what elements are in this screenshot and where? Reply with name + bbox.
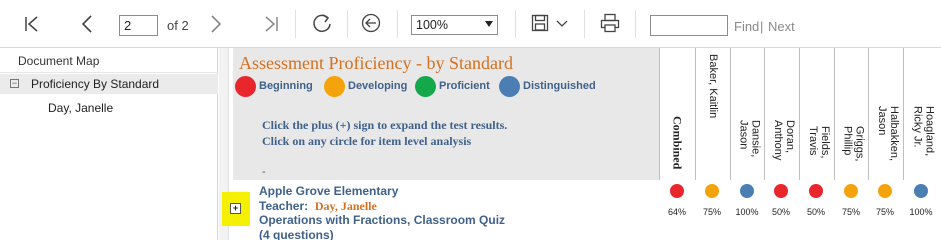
result-percent: 50%	[806, 207, 825, 217]
expand-toggle-highlight: +	[222, 192, 250, 226]
next-page-icon[interactable]	[209, 14, 223, 34]
toolbar-divider	[635, 10, 636, 38]
result-percent: 75%	[702, 207, 721, 217]
first-page-icon[interactable]	[24, 15, 40, 33]
assessment-name: Operations with Fractions, Classroom Qui…	[259, 213, 506, 227]
legend-proficient-dot	[415, 76, 436, 97]
divider	[0, 72, 218, 73]
legend-beginning-dot	[235, 76, 256, 97]
toolbar-divider	[397, 10, 398, 38]
result-percent: 75%	[875, 207, 894, 217]
refresh-icon[interactable]	[311, 12, 333, 34]
result-percent: 100%	[735, 207, 759, 217]
result-percent: 100%	[909, 207, 933, 217]
document-map-title: Document Map	[18, 54, 100, 68]
toolbar-divider	[584, 10, 585, 38]
back-icon[interactable]	[361, 13, 381, 33]
legend-developing-dot	[324, 76, 345, 97]
separator-dash: -	[262, 166, 266, 178]
legend-distinguished-label: Distinguished	[523, 80, 596, 92]
column-header-label: Griggs, Phillip	[841, 126, 866, 162]
next-link[interactable]: Next	[768, 19, 795, 34]
column-header-student: Fields, Travis	[799, 48, 834, 180]
column-header-label: Baker, Kaitlin	[707, 54, 719, 119]
report-toolbar: of 2 100% Find | Next	[0, 0, 941, 48]
print-icon[interactable]	[600, 13, 620, 33]
column-header-label: Hoagland, Ricky Jr.	[911, 106, 936, 157]
result-percent: 50%	[771, 207, 790, 217]
tree-item-day-janelle[interactable]: Day, Janelle	[48, 101, 113, 115]
column-header-student: Dansie, Jason	[730, 48, 764, 180]
previous-page-icon[interactable]	[80, 14, 94, 34]
result-percent: 75%	[841, 207, 860, 217]
column-header-label: Dansie, Jason	[737, 120, 762, 158]
column-header-label: Doran, Anthony	[772, 120, 796, 161]
column-header-student: Baker, Kaitlin	[695, 48, 730, 180]
teacher-line: Teacher: Day, Janelle	[259, 199, 377, 214]
column-header-combined: Combined	[659, 48, 695, 180]
column-header-student: Hoagland, Ricky Jr.	[903, 48, 939, 180]
result-circle[interactable]	[774, 184, 788, 198]
zoom-value: 100%	[416, 18, 448, 32]
column-header-label: Halbakken, Jason	[876, 106, 900, 162]
teacher-name[interactable]: Day, Janelle	[315, 199, 377, 213]
legend-proficient-label: Proficient	[439, 80, 490, 92]
tree-node-proficiency-by-standard[interactable]: − Proficiency By Standard	[0, 74, 218, 94]
tree-node-label: Proficiency By Standard	[31, 77, 160, 91]
instruction-analysis: Click on any circle for item level analy…	[262, 134, 472, 148]
result-circle[interactable]	[844, 184, 858, 198]
save-icon[interactable]	[531, 14, 549, 32]
school-name: Apple Grove Elementary	[259, 184, 399, 198]
result-circle[interactable]	[670, 184, 684, 198]
dropdown-arrow-icon	[485, 21, 493, 27]
zoom-select[interactable]: 100%	[411, 15, 498, 35]
collapse-icon[interactable]: −	[10, 79, 19, 88]
instruction-expand: Click the plus (+) sign to expand the te…	[262, 118, 508, 132]
find-input[interactable]	[650, 15, 728, 36]
teacher-label: Teacher:	[259, 199, 309, 213]
result-percent: 64%	[667, 207, 686, 217]
question-count: (4 questions)	[259, 228, 334, 240]
find-separator: |	[760, 19, 764, 34]
legend-beginning-label: Beginning	[259, 80, 313, 92]
legend-distinguished-dot	[499, 76, 520, 97]
toolbar-divider	[295, 10, 296, 38]
page-count: of 2	[167, 18, 189, 33]
legend-developing-label: Developing	[348, 80, 408, 92]
document-map-panel: Document Map − Proficiency By Standard D…	[0, 48, 218, 240]
expand-plus-icon[interactable]: +	[230, 203, 241, 214]
toolbar-divider	[347, 10, 348, 38]
report-body: Assessment Proficiency - by Standard Beg…	[230, 48, 941, 240]
column-header-student: Halbakken, Jason	[868, 48, 903, 180]
find-link[interactable]: Find	[734, 19, 759, 34]
page-number-input[interactable]	[119, 15, 158, 36]
column-header-student: Doran, Anthony	[764, 48, 799, 180]
column-header-student: Griggs, Phillip	[834, 48, 868, 180]
result-circle[interactable]	[914, 184, 928, 198]
column-header-label: Combined	[670, 116, 685, 170]
result-circle[interactable]	[740, 184, 754, 198]
result-circle[interactable]	[705, 184, 719, 198]
toolbar-divider	[515, 10, 516, 38]
last-page-icon[interactable]	[263, 15, 279, 33]
chevron-down-icon[interactable]	[556, 20, 568, 28]
result-circle[interactable]	[878, 184, 892, 198]
report-header: Assessment Proficiency - by Standard Beg…	[233, 48, 659, 180]
report-title: Assessment Proficiency - by Standard	[239, 53, 513, 73]
column-header-label: Fields, Travis	[807, 126, 831, 159]
result-circle[interactable]	[809, 184, 823, 198]
